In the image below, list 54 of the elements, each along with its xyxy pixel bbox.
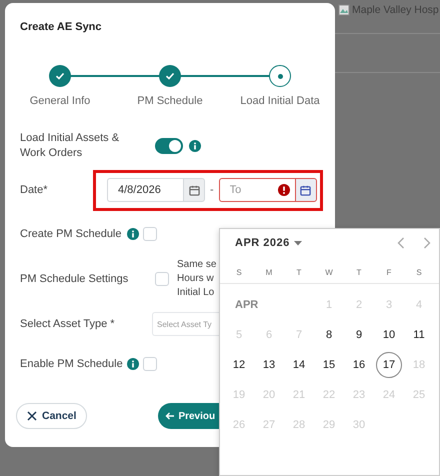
checkbox[interactable]	[143, 227, 157, 241]
caret-icon	[294, 240, 302, 246]
date-input[interactable]: To	[218, 178, 295, 202]
month-label: APR	[234, 299, 260, 311]
calendar-day[interactable]: 10	[376, 322, 402, 348]
calendar-day[interactable]: 8	[316, 322, 342, 348]
cancel-button[interactable]: Cancel	[16, 403, 88, 429]
field-label: Create PM Schedule	[20, 226, 122, 242]
arrow-left-icon	[165, 411, 176, 421]
weekday-label: T	[356, 268, 362, 277]
calendar-day[interactable]: 11	[406, 322, 432, 348]
step-label: PM Schedule	[137, 95, 203, 107]
chevron-right-icon[interactable]	[423, 237, 431, 249]
toggle-switch[interactable]	[155, 138, 183, 154]
field-label: Load Initial Assets & Work Orders	[20, 131, 120, 161]
check-icon	[55, 71, 65, 81]
calendar-icon	[300, 184, 312, 196]
setting-text: Hours w	[177, 272, 215, 286]
checkbox[interactable]	[155, 272, 169, 286]
calendar-day[interactable]: 13	[256, 352, 282, 378]
weekday-label: F	[386, 268, 392, 277]
field-label: Enable PM Schedule	[20, 356, 124, 372]
calendar-day[interactable]: 15	[316, 352, 342, 378]
weekday-label: S	[415, 268, 423, 277]
step-label: General Info	[30, 95, 90, 107]
setting-text: Same se	[177, 258, 216, 272]
checkbox[interactable]	[143, 357, 157, 371]
weekday-label: M	[264, 268, 274, 277]
calendar-day[interactable]: 9	[346, 322, 372, 348]
weekday-label: S	[235, 268, 243, 277]
dialog-title: Create AE Sync	[19, 20, 103, 35]
weekday-label: T	[296, 268, 302, 277]
field-label: PM Schedule Settings	[20, 272, 130, 286]
separator: -	[210, 184, 214, 196]
previous-button[interactable]: Previou	[158, 403, 220, 429]
chevron-left-icon[interactable]	[397, 237, 405, 249]
calendar-day[interactable]: 16	[346, 352, 372, 378]
setting-text: Initial Lo	[177, 286, 216, 300]
date-input[interactable]: 4/8/2026	[107, 178, 183, 202]
calendar-button[interactable]	[294, 178, 317, 202]
calendar-day[interactable]: 17	[376, 352, 402, 378]
error-icon	[278, 184, 290, 196]
close-icon	[27, 411, 37, 421]
step-label: Load Initial Data	[240, 95, 320, 107]
broken-image-icon	[338, 4, 350, 16]
calendar-day[interactable]: 12	[226, 352, 252, 378]
weekday-label: W	[324, 268, 334, 277]
field-label: Select Asset Type *	[20, 316, 116, 332]
check-icon	[165, 71, 175, 81]
month-selector[interactable]: APR 2026	[235, 237, 302, 249]
dot-icon	[278, 74, 282, 78]
field-label: Date*	[20, 182, 49, 198]
calendar-icon	[188, 184, 200, 196]
calendar-day[interactable]: 14	[286, 352, 312, 378]
